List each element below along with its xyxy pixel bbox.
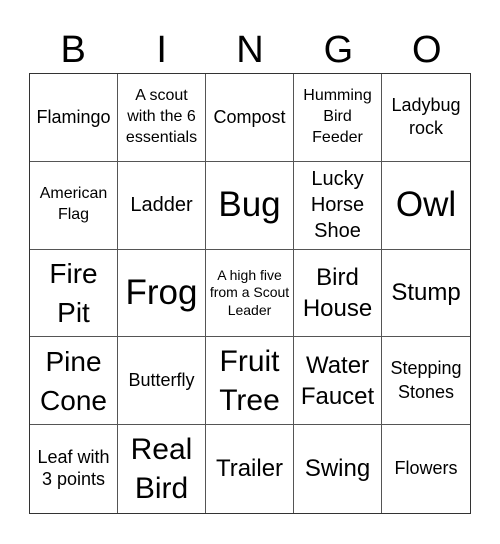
bingo-cell[interactable]: Stepping Stones xyxy=(382,337,470,426)
bingo-cell[interactable]: American Flag xyxy=(30,161,118,250)
bingo-cell[interactable]: Flowers xyxy=(382,425,470,513)
bingo-cell[interactable]: Leaf with 3 points xyxy=(30,425,118,513)
header-letter-o: O xyxy=(412,29,442,71)
bingo-cell[interactable]: Real Bird xyxy=(118,425,206,513)
bingo-cell[interactable]: Fire Pit xyxy=(30,249,118,338)
bingo-cell[interactable]: Bird House xyxy=(294,249,382,338)
bingo-cell[interactable]: Compost xyxy=(206,74,294,162)
bingo-cell[interactable]: Humming Bird Feeder xyxy=(294,74,382,162)
bingo-cell[interactable]: Butterfly xyxy=(118,337,206,426)
bingo-cell[interactable]: Trailer xyxy=(206,425,294,513)
bingo-cell[interactable]: Pine Cone xyxy=(30,337,118,426)
header-letter-b: B xyxy=(60,29,86,71)
bingo-grid: Flamingo A scout with the 6 essentials C… xyxy=(29,73,471,514)
bingo-cell[interactable]: Bug xyxy=(206,161,294,250)
header-letter-g: G xyxy=(323,29,354,71)
header-letter-i: I xyxy=(156,29,167,71)
bingo-cell[interactable]: Flamingo xyxy=(30,74,118,162)
bingo-cell[interactable]: Stump xyxy=(382,250,470,338)
bingo-cell[interactable]: Frog xyxy=(118,249,206,338)
bingo-cell[interactable]: A high five from a Scout Leader xyxy=(206,249,294,338)
bingo-cell[interactable]: Fruit Tree xyxy=(206,337,294,426)
bingo-cell[interactable]: A scout with the 6 essentials xyxy=(118,74,206,162)
bingo-cell[interactable]: Owl xyxy=(382,162,470,250)
bingo-cell[interactable]: Water Faucet xyxy=(294,337,382,426)
bingo-header: B I N G O xyxy=(29,28,471,72)
bingo-cell[interactable]: Ladder xyxy=(118,161,206,250)
bingo-cell[interactable]: Lucky Horse Shoe xyxy=(294,161,382,250)
bingo-cell[interactable]: Ladybug rock xyxy=(382,74,470,162)
bingo-cell[interactable]: Swing xyxy=(294,425,382,513)
header-letter-n: N xyxy=(236,29,264,71)
